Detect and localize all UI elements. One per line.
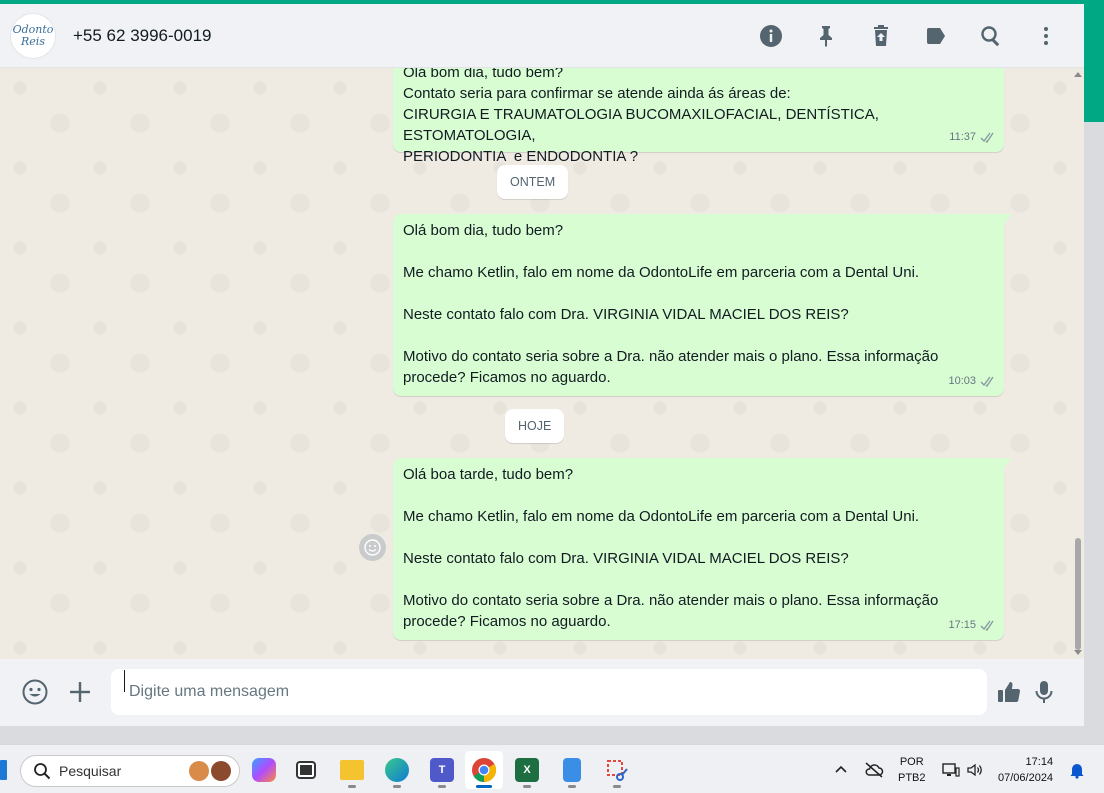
volume-status[interactable] xyxy=(966,745,984,793)
message-meta: 17:15 xyxy=(948,615,996,636)
message-composer xyxy=(0,659,1084,726)
edge-icon[interactable] xyxy=(378,751,416,789)
message-meta: 11:37 xyxy=(949,127,996,148)
bubble-tail xyxy=(1004,214,1012,224)
contact-avatar[interactable]: Odonto Reis xyxy=(10,12,56,59)
message-time: 11:37 xyxy=(949,131,976,143)
double-check-icon xyxy=(980,376,994,387)
info-icon[interactable] xyxy=(755,20,787,52)
clock[interactable]: 17:14 07/06/2024 xyxy=(998,745,1053,793)
scroll-up-arrow[interactable] xyxy=(1074,72,1082,77)
keyboard-layout: PTB2 xyxy=(898,771,926,784)
message-list[interactable]: Olá bom dia, tudo bem? Contato seria par… xyxy=(0,68,1084,659)
window-accent-strip xyxy=(1084,4,1104,122)
message-input[interactable] xyxy=(111,669,987,715)
snipping-tool-icon[interactable] xyxy=(598,751,636,789)
scissors-logo xyxy=(607,760,628,781)
search-highlight-icon xyxy=(189,761,231,781)
message-bubble[interactable]: Olá bom dia, tudo bem? Contato seria par… xyxy=(393,68,1004,165)
emoji-icon[interactable] xyxy=(19,676,51,708)
clock-time: 17:14 xyxy=(1025,755,1054,768)
volume-icon xyxy=(967,763,982,776)
task-view-icon[interactable] xyxy=(287,751,325,789)
message-text: Olá boa tarde, tudo bem? Me chamo Ketlin… xyxy=(403,466,939,630)
network-icon xyxy=(942,762,960,777)
message-text: Olá bom dia, tudo bem? Contato seria par… xyxy=(403,68,879,165)
message-text: Olá bom dia, tudo bem? Me chamo Ketlin, … xyxy=(403,222,939,386)
chat-scrollbar[interactable] xyxy=(1072,68,1084,659)
teams-icon[interactable]: T xyxy=(423,751,461,789)
taskbar-search[interactable]: Pesquisar xyxy=(20,755,240,787)
network-status[interactable] xyxy=(942,745,960,793)
language-code: POR xyxy=(899,755,924,768)
chrome-logo xyxy=(472,758,497,782)
notifications[interactable] xyxy=(1069,745,1085,793)
cloud-off-icon xyxy=(865,761,884,778)
attach-plus-icon[interactable] xyxy=(64,676,96,708)
excel-icon[interactable]: X xyxy=(508,751,546,789)
smiley-icon xyxy=(364,539,381,556)
bell-icon xyxy=(1070,763,1084,779)
double-check-icon xyxy=(980,132,994,143)
microphone-icon[interactable] xyxy=(1028,676,1060,708)
search-icon[interactable] xyxy=(975,20,1007,52)
message-time: 17:15 xyxy=(948,619,976,631)
menu-icon[interactable] xyxy=(1030,20,1062,52)
thumbs-up-icon[interactable] xyxy=(993,676,1025,708)
double-check-icon xyxy=(980,620,994,631)
whatsapp-window: Odonto Reis +55 62 3996-0019 Olá bom dia… xyxy=(0,4,1084,726)
copilot-icon[interactable] xyxy=(245,751,283,789)
text-caret xyxy=(124,670,125,692)
notepad-icon[interactable] xyxy=(553,751,591,789)
chevron-up-icon xyxy=(835,765,847,773)
date-divider: ONTEM xyxy=(497,165,569,199)
taskbar-search-icon xyxy=(34,763,51,780)
chat-header: Odonto Reis +55 62 3996-0019 xyxy=(0,4,1084,68)
chrome-icon[interactable] xyxy=(465,751,503,789)
header-actions xyxy=(755,4,1062,68)
avatar-logo-text: Odonto Reis xyxy=(12,22,54,48)
taskbar-search-label: Pesquisar xyxy=(59,763,122,779)
message-time: 10:03 xyxy=(948,375,976,387)
input-language[interactable]: POR PTB2 xyxy=(898,745,926,793)
window-background xyxy=(1084,122,1104,744)
message-bubble[interactable]: Olá boa tarde, tudo bem? Me chamo Ketlin… xyxy=(393,458,1012,640)
bubble-tail xyxy=(1004,458,1012,468)
message-bubble[interactable]: Olá bom dia, tudo bem? Me chamo Ketlin, … xyxy=(393,214,1012,396)
label-icon[interactable] xyxy=(920,20,952,52)
message-meta: 10:03 xyxy=(948,371,996,392)
react-emoji-button[interactable] xyxy=(359,534,386,561)
contact-name[interactable]: +55 62 3996-0019 xyxy=(73,26,212,46)
start-icon[interactable] xyxy=(0,760,7,780)
pin-icon[interactable] xyxy=(810,20,842,52)
file-explorer-icon[interactable] xyxy=(333,751,371,789)
delete-icon[interactable] xyxy=(865,20,897,52)
window-background-bottom xyxy=(0,726,1084,744)
scroll-down-arrow[interactable] xyxy=(1074,650,1082,655)
date-divider: HOJE xyxy=(505,409,565,443)
tray-overflow-chevron[interactable] xyxy=(834,745,848,793)
scroll-thumb[interactable] xyxy=(1075,538,1081,650)
tray-cloud-status[interactable] xyxy=(864,745,884,793)
clock-date: 07/06/2024 xyxy=(998,771,1054,784)
taskbar: Pesquisar T X POR PTB2 17:14 07/06/2024 xyxy=(0,744,1104,793)
